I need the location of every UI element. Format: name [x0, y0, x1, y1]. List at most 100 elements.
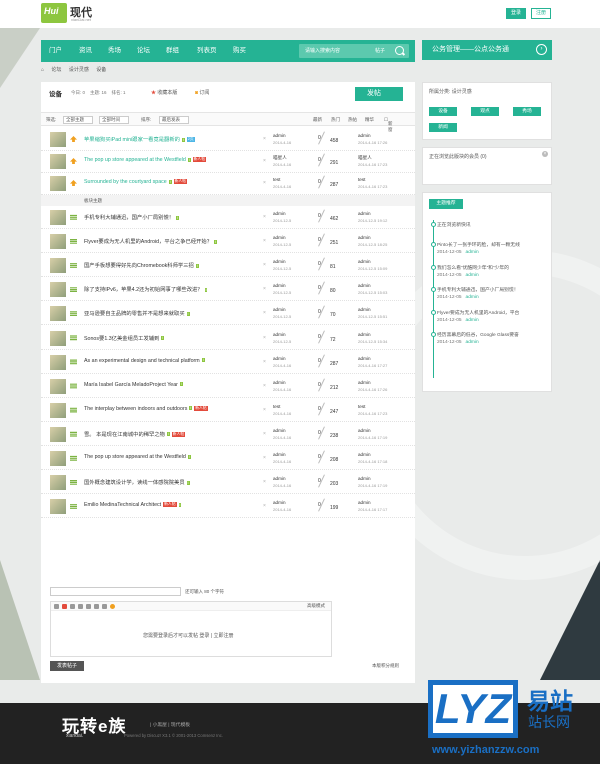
close-icon[interactable]: × — [263, 286, 266, 292]
hot-topic-item[interactable]: 我们怎么看“优酷网少年”和“少年的 2014-12-05 admin — [437, 264, 509, 278]
thread-title[interactable]: 除了支持IPv6，苹果4.2还为初始网事了哪些改进？ i — [84, 285, 208, 293]
filter-digest[interactable]: 热帖 — [348, 117, 357, 123]
thread-author[interactable]: admin — [273, 428, 286, 433]
table-row[interactable]: Sonos要1.3亿美金组员工发辅到 i × admin 2014-12-5 0 72 adm… — [41, 328, 415, 350]
login-button[interactable]: 登录 — [506, 8, 526, 19]
search-input[interactable]: 请输入搜索内容 — [305, 47, 340, 54]
last-poster[interactable]: admin — [358, 307, 371, 312]
nav-item-groups[interactable]: 群组 — [166, 40, 179, 62]
breadcrumb-item[interactable]: 设计灵感 — [69, 67, 89, 73]
last-poster[interactable]: admin — [358, 476, 371, 481]
title-input[interactable] — [50, 587, 181, 596]
points-rules-link[interactable]: 本版积分规则 — [372, 663, 399, 669]
thread-author[interactable]: admin — [273, 452, 286, 457]
last-poster[interactable]: admin — [358, 356, 371, 361]
thread-title[interactable]: Surrounded by the courtyard space i 新人帖 — [84, 179, 187, 185]
thread-title[interactable]: Sonos要1.3亿美金组员工发辅到 i — [84, 334, 165, 342]
table-row[interactable]: 亚马逊要自主品牌的零售并不是想来就取买 i × admin 2014-12-5 0 70 ad… — [41, 303, 415, 326]
last-poster[interactable]: admin — [358, 428, 371, 433]
table-row[interactable]: Surrounded by the courtyard space i 新人帖 × te… — [41, 173, 415, 195]
table-row[interactable]: Emilio MedinaTechnical Architect 新人帖 i × adm… — [41, 496, 415, 519]
table-row[interactable]: 国产手板想要得好先向Chromebook科师学三招 i × admin 2014-12-… — [41, 255, 415, 278]
thread-author[interactable]: admin — [273, 211, 286, 216]
thread-author[interactable]: test — [273, 177, 280, 182]
thread-thumbnail[interactable] — [50, 132, 66, 147]
thread-author[interactable]: admin — [273, 500, 286, 505]
close-icon[interactable]: × — [263, 407, 266, 413]
image-icon[interactable] — [70, 604, 75, 609]
table-row[interactable]: 手机专利大辅通迅，国产小厂局别慌！ i × admin 2014-12-5 0 462 adm… — [41, 207, 415, 229]
last-poster[interactable]: 喵星人 — [358, 155, 372, 161]
thread-thumbnail[interactable] — [50, 176, 66, 191]
thread-title[interactable]: The interplay between indoors and outdoo… — [84, 406, 208, 412]
search-icon[interactable] — [395, 46, 404, 55]
close-icon[interactable]: × — [542, 151, 548, 157]
time-filter-select[interactable]: 全部时间 — [99, 116, 129, 124]
nav-item-buy[interactable]: 购买 — [233, 40, 246, 62]
thread-author[interactable]: admin — [273, 283, 286, 288]
thread-author[interactable]: admin — [273, 133, 286, 138]
table-row[interactable]: María Isabel García MeladoProject Year i ×… — [41, 376, 415, 398]
hot-topic-item[interactable]: 经历黑幕后的低谷，Google Glass要奋 2014-12-05 admin — [437, 331, 519, 345]
close-icon[interactable]: × — [263, 310, 266, 316]
close-icon[interactable]: × — [263, 158, 266, 164]
thread-title[interactable]: The pop up store appeared at the Westfie… — [84, 157, 207, 163]
home-icon[interactable]: ⌂ — [41, 67, 44, 73]
hot-topics-tab[interactable]: 主题推荐 — [429, 199, 463, 209]
submit-post-button[interactable]: 发表帖子 — [50, 661, 84, 671]
last-poster[interactable]: admin — [358, 380, 371, 385]
table-row[interactable]: 国外概念建筑设计学，读线一体感院院美员 i × admin 2014-4-16 0 203 a… — [41, 472, 415, 495]
breadcrumb-item[interactable]: 论坛 — [51, 67, 61, 73]
table-row[interactable]: The interplay between indoors and outdoo… — [41, 400, 415, 422]
thread-thumbnail[interactable] — [50, 451, 66, 466]
last-poster[interactable]: admin — [358, 500, 371, 505]
thread-thumbnail[interactable] — [50, 330, 66, 346]
search-box[interactable]: 请输入搜索内容 帖子 — [299, 44, 409, 58]
thread-title[interactable]: Flyver要成为无人机里的Android，平台之争已经开始？ i — [84, 237, 217, 245]
last-poster[interactable]: admin — [358, 259, 371, 264]
thread-author[interactable]: admin — [273, 356, 286, 361]
last-poster[interactable]: admin — [358, 235, 371, 240]
table-row[interactable]: The pop up store appeared at the Westfie… — [41, 151, 415, 173]
advanced-mode-link[interactable]: 高级模式 — [307, 603, 325, 609]
close-icon[interactable]: × — [263, 214, 266, 220]
sort-select[interactable]: 最后发表 — [159, 116, 189, 124]
site-logo[interactable]: Hui — [41, 3, 67, 23]
thread-thumbnail[interactable] — [50, 306, 66, 322]
thread-thumbnail[interactable] — [50, 475, 66, 491]
table-row[interactable]: 除了支持IPv6，苹果4.2还为初始网事了哪些改进？ i × admin 2014-12… — [41, 279, 415, 302]
table-row[interactable]: 苹果缩狗买iPad mini跟家一看竟是翻新的 i 2页 × admin 2014-4-1… — [41, 129, 415, 151]
last-poster[interactable]: admin — [358, 133, 371, 138]
last-poster[interactable]: test — [358, 404, 365, 409]
tag-button[interactable]: 新闻 — [429, 123, 457, 132]
thread-thumbnail[interactable] — [50, 402, 66, 418]
close-icon[interactable]: × — [263, 136, 266, 142]
login-required-notice[interactable]: 您需要登录后才可以发帖 登录 | 立即注册 — [143, 632, 233, 639]
thread-title[interactable]: 国产手板想要得好先向Chromebook科师学三招 i — [84, 261, 199, 269]
close-icon[interactable]: × — [263, 479, 266, 485]
table-row[interactable]: The pop up store appeared at the Westfie… — [41, 448, 415, 470]
tag-button[interactable]: 观点 — [471, 107, 499, 116]
thread-title[interactable]: Emilio MedinaTechnical Architect 新人帖 i — [84, 502, 182, 508]
search-type-select[interactable]: 帖子 — [375, 47, 385, 54]
thread-author[interactable]: admin — [273, 476, 286, 481]
hot-topic-item[interactable]: Flyver要成为无人机里的Android，平台 2014-12-05 admin — [437, 309, 519, 323]
thread-title[interactable]: María Isabel García MeladoProject Year i — [84, 382, 183, 388]
table-row[interactable]: As an experimental design and technical … — [41, 352, 415, 374]
thread-author[interactable]: 喵星人 — [273, 155, 287, 161]
last-poster[interactable]: test — [358, 177, 365, 182]
thread-title[interactable]: 国外概念建筑设计学，读线一体感院院美员 i — [84, 478, 190, 486]
new-post-button[interactable]: 发帖 — [355, 87, 403, 101]
last-poster[interactable]: admin — [358, 452, 371, 457]
topic-filter-select[interactable]: 全部主题 — [63, 116, 93, 124]
filter-latest[interactable]: 最新 — [313, 117, 322, 123]
thread-thumbnail[interactable] — [50, 258, 66, 274]
hot-topic-item[interactable]: Pinto长了一张手环的脸，却有一颗无线 2014-12-05 admin — [437, 241, 520, 255]
thread-thumbnail[interactable] — [50, 210, 66, 225]
thread-title[interactable]: 雪。 本是现在江南城中的稀罕之物 i 新人帖 — [84, 430, 186, 438]
nav-item-news[interactable]: 资讯 — [79, 40, 92, 62]
bold-icon[interactable] — [54, 604, 59, 609]
filter-sort[interactable]: 精华 — [365, 117, 374, 123]
table-row[interactable]: Flyver要成为无人机里的Android，平台之争已经开始？ i × admin 20… — [41, 231, 415, 254]
thread-thumbnail[interactable] — [50, 282, 66, 298]
